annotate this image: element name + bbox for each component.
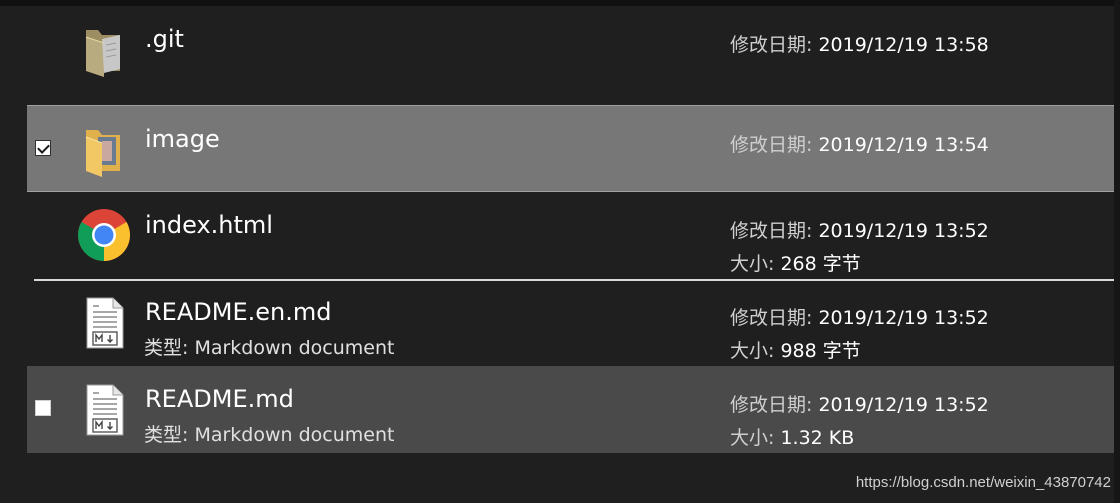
- chrome-icon: [78, 207, 130, 263]
- size-value: 1.32 KB: [780, 427, 855, 449]
- modified-value: 2019/12/19 13:52: [818, 307, 989, 329]
- modified-label: 修改日期:: [730, 220, 813, 242]
- type-label: 类型:: [144, 337, 189, 359]
- size-label: 大小:: [730, 427, 775, 449]
- type-value: Markdown document: [194, 424, 395, 446]
- file-meta: 修改日期: 2019/12/19 13:52 大小: 1.32 KB: [730, 389, 989, 455]
- markdown-file-icon: [78, 294, 130, 350]
- watermark-url: https://blog.csdn.net/weixin_43870742: [855, 474, 1111, 491]
- file-row-readme-en[interactable]: README.en.md 类型: Markdown document 修改日期:…: [27, 279, 1114, 366]
- file-type: 类型: Markdown document: [144, 424, 394, 446]
- file-name: image: [145, 125, 220, 153]
- file-type: 类型: Markdown document: [144, 337, 394, 359]
- file-meta: 修改日期: 2019/12/19 13:54: [730, 129, 989, 162]
- file-name: index.html: [145, 211, 273, 239]
- type-label: 类型:: [144, 424, 189, 446]
- modified-value: 2019/12/19 13:58: [818, 34, 989, 56]
- size-value: 268 字节: [780, 253, 861, 275]
- file-meta: 修改日期: 2019/12/19 13:52 大小: 268 字节: [730, 215, 989, 281]
- file-meta: 修改日期: 2019/12/19 13:58: [730, 29, 989, 62]
- image-folder-icon: [78, 121, 130, 177]
- modified-label: 修改日期:: [730, 307, 813, 329]
- modified-value: 2019/12/19 13:52: [818, 220, 989, 242]
- size-value: 988 字节: [780, 340, 861, 362]
- file-meta: 修改日期: 2019/12/19 13:52 大小: 988 字节: [730, 302, 989, 368]
- file-name: README.en.md: [145, 298, 332, 326]
- modified-value: 2019/12/19 13:52: [818, 394, 989, 416]
- markdown-file-icon: [78, 381, 130, 437]
- size-label: 大小:: [730, 340, 775, 362]
- modified-label: 修改日期:: [730, 394, 813, 416]
- file-row-git[interactable]: .git 修改日期: 2019/12/19 13:58: [27, 6, 1114, 93]
- file-row-index-html[interactable]: index.html 修改日期: 2019/12/19 13:52 大小: 26…: [27, 192, 1114, 279]
- file-name: README.md: [145, 385, 294, 413]
- folder-icon: [78, 21, 130, 77]
- file-row-readme[interactable]: README.md 类型: Markdown document 修改日期: 20…: [27, 366, 1114, 453]
- select-checkbox[interactable]: [35, 140, 51, 156]
- file-row-image[interactable]: image 修改日期: 2019/12/19 13:54: [27, 105, 1114, 192]
- file-name: .git: [145, 25, 184, 53]
- select-checkbox[interactable]: [35, 400, 51, 416]
- size-label: 大小:: [730, 253, 775, 275]
- type-value: Markdown document: [194, 337, 395, 359]
- modified-value: 2019/12/19 13:54: [818, 134, 989, 156]
- modified-label: 修改日期:: [730, 134, 813, 156]
- modified-label: 修改日期:: [730, 34, 813, 56]
- file-list: .git 修改日期: 2019/12/19 13:58 image 修改日期: …: [0, 6, 1114, 503]
- scrollbar-track[interactable]: [1114, 0, 1120, 503]
